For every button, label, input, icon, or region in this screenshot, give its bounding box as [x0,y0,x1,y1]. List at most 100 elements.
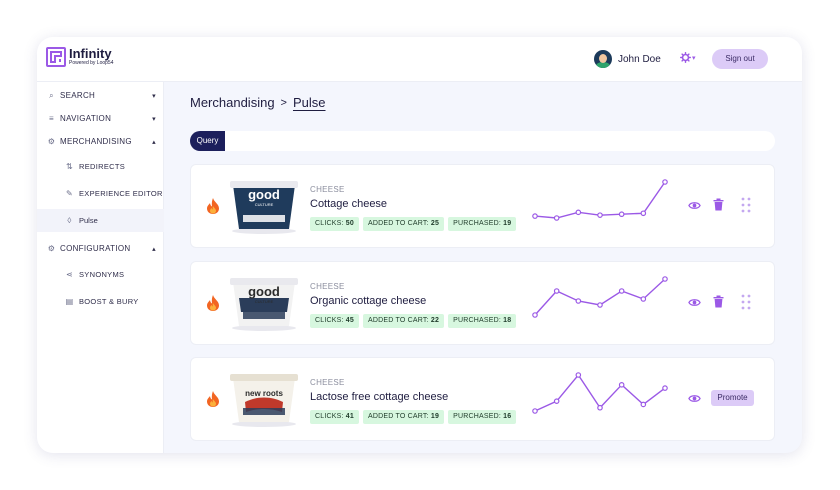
sparkline-point [553,215,560,221]
added-to-cart-badge: ADDED TO CART: 25 [362,217,445,231]
settings-menu[interactable]: ▾ [680,52,696,63]
sidebar-item-navigation[interactable]: ≡ NAVIGATION ▾ [37,107,164,130]
added-to-cart-badge: ADDED TO CART: 22 [362,314,445,328]
product-name[interactable]: Organic cottage cheese [310,295,426,307]
sparkline-path [534,278,666,316]
page-title: Pulse [292,95,326,110]
sidebar-item-experience-editor[interactable]: ✎ EXPERIENCE EDITOR [37,182,164,205]
sidebar-item-synonyms[interactable]: ⋖ SYNONYMS [37,263,164,286]
brand-tagline: Powered by Loop54 [69,60,114,66]
sparkline-point [618,382,625,388]
sparkline-point [662,276,668,282]
promote-button[interactable]: Promote [711,390,754,406]
clicks-badge: CLICKS: 45 [310,314,359,328]
avatar [594,50,612,68]
trend-sparkline [532,179,668,221]
sidebar-item-label: NAVIGATION [60,114,112,123]
sidebar-item-redirects[interactable]: ⇅ REDIRECTS [37,155,164,178]
sidebar-item-boost-bury[interactable]: ▤ BOOST & BURY [37,290,164,313]
product-card: good CULTURE CHEESE Organic cottage chee… [190,261,775,345]
sidebar-item-search[interactable]: ⌕ SEARCH ▾ [37,84,164,107]
chevron-icon: ▾ [152,92,156,100]
sidebar-item-label: BOOST & BURY [79,297,139,306]
eye-icon[interactable] [688,392,701,405]
product-image: good CULTURE [230,278,298,331]
sidebar-item-merchandising[interactable]: ⚙ MERCHANDISING ▴ [37,130,164,153]
app-window: Infinity Powered by Loop54 John Doe ▾ Si… [37,37,802,453]
product-card: good CULTURE CHEESE Cottage cheese CLICK… [190,164,775,248]
purchased-badge: PURCHASED: 19 [448,217,517,231]
trend-sparkline [532,276,668,318]
search-icon: ⌕ [49,91,54,100]
chevron-down-icon: ▾ [692,54,696,62]
brand-name: Infinity [69,46,112,61]
sparkline-point [553,288,560,294]
product-image: new roots [230,374,298,427]
sparkline-point [553,398,560,404]
sidebar-item-label: SYNONYMS [79,270,125,279]
flame-icon [207,391,219,407]
gear-icon: ⚙ [47,137,56,146]
product-card: new roots CHEESE Lactose free cottage ch… [190,357,775,441]
flame-icon: ◊ [67,216,72,225]
trash-icon[interactable] [713,198,724,211]
sparkline-point [597,404,603,411]
sparkline-point [597,212,603,218]
sparkline-point [618,288,625,294]
user-menu[interactable]: John Doe [594,50,661,68]
drag-handle-icon[interactable] [741,294,751,310]
boost-icon: ▤ [65,297,74,306]
eye-icon[interactable] [688,296,701,309]
product-stats: CLICKS: 50 ADDED TO CART: 25 PURCHASED: … [310,217,520,231]
breadcrumb-parent[interactable]: Merchandising [190,95,275,110]
clicks-badge: CLICKS: 41 [310,410,359,424]
gear-icon [680,52,691,63]
product-stats: CLICKS: 45 ADDED TO CART: 22 PURCHASED: … [310,314,520,328]
sidebar-item-label: CONFIGURATION [60,244,131,253]
pencil-icon: ✎ [65,189,73,198]
product-stats: CLICKS: 41 ADDED TO CART: 19 PURCHASED: … [310,410,520,424]
brand-sublabel: CULTURE [255,202,274,207]
sparkline-point [575,298,582,304]
sidebar-item-label: Pulse [79,216,98,225]
sparkline-point [662,179,668,185]
gear-icon: ⚙ [47,244,56,253]
query-tab[interactable]: Query [190,131,225,151]
purchased-badge: PURCHASED: 16 [448,410,517,424]
chevron-icon: ▴ [152,138,156,146]
sparkline-point [662,385,668,391]
product-name[interactable]: Lactose free cottage cheese [310,391,448,403]
trash-icon[interactable] [713,295,724,308]
eye-icon[interactable] [688,199,701,212]
infinity-logo-icon [46,47,66,67]
product-category: CHEESE [310,185,345,194]
sidebar: ⌕ SEARCH ▾ ≡ NAVIGATION ▾ ⚙ MERCHANDISING ▴ ⇅ REDI… [37,82,164,453]
sparkline-point [640,401,647,408]
sparkline-point [640,210,647,217]
product-name[interactable]: Cottage cheese [310,198,387,210]
product-image: good CULTURE [230,181,298,234]
sparkline-point [532,213,538,219]
drag-handle-icon[interactable] [741,197,751,213]
breadcrumb-separator: > [280,96,287,109]
list-icon: ≡ [49,114,54,123]
sign-out-button[interactable]: Sign out [712,49,768,69]
sparkline-point [532,312,538,318]
brand-label: good [248,284,280,299]
breadcrumb: Merchandising > Pulse [190,95,326,110]
sparkline-point [575,372,582,378]
sidebar-item-pulse[interactable]: ◊ Pulse [37,209,164,232]
sparkline-point [575,209,582,216]
query-bar[interactable]: Query [190,131,775,151]
product-category: CHEESE [310,378,345,387]
sidebar-item-label: SEARCH [60,91,96,100]
sidebar-item-label: EXPERIENCE EDITOR [79,189,163,198]
share-icon: ⋖ [65,270,73,279]
brand-sublabel: CULTURE [255,299,274,304]
sidebar-item-label: REDIRECTS [79,162,126,171]
sparkline-point [597,302,603,308]
sidebar-item-configuration[interactable]: ⚙ CONFIGURATION ▴ [37,237,164,260]
redirect-icon: ⇅ [65,162,73,171]
brand-logo[interactable]: Infinity Powered by Loop54 [46,47,113,67]
sparkline-point [618,211,625,218]
